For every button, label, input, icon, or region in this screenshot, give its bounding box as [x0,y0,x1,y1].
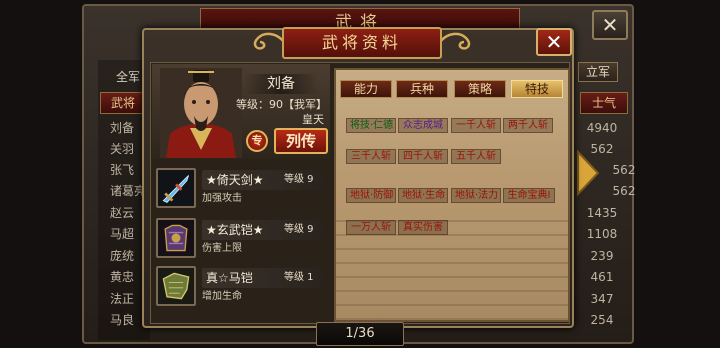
tab-ability[interactable]: 能力 [340,80,392,98]
equipment-description: 伤害上限 [202,243,242,254]
page-indicator: 1/36 [316,322,404,346]
background-list-header-value: 士气 [580,92,628,114]
skill-tag[interactable]: 将技·仁德 [346,118,396,133]
armor-icon [156,218,196,258]
general-title: 皇天 [302,113,324,126]
skill-tag[interactable]: 地狱·防御 [346,188,396,203]
equipment-name: ★玄武铠★ [206,223,264,237]
skill-tag[interactable]: 五千人斩 [451,149,501,164]
equipment-row[interactable]: ★玄武铠★ 等级 9 伤害上限 [156,218,324,268]
equipment-description: 加强攻击 [202,193,242,204]
title-ornament-left-icon [253,32,285,50]
background-row-value: 254 [590,313,614,327]
title-ornament-right-icon [439,32,471,50]
background-row-value: 1108 [586,227,618,241]
skill-tag[interactable]: 两千人斩 [503,118,553,133]
dialog-title: 武将资料 [282,27,442,59]
sword-icon [156,168,196,208]
equipment-name: 真☆马铠 [206,271,253,285]
skill-tag[interactable]: 一千人斩 [451,118,501,133]
background-row-name[interactable]: 马良 [100,308,148,332]
background-row-value: 461 [590,270,614,284]
background-tab-right[interactable]: 立军 [578,62,618,82]
equipment-name: ★倚天剑★ [206,173,264,187]
background-tab-all[interactable]: 全军 [116,68,140,85]
background-list-header-name: 武将 [100,92,148,114]
skill-tag[interactable]: 一万人斩 [346,220,396,235]
background-row-name[interactable]: 黄忠 [100,265,148,289]
next-arrow-icon[interactable] [576,150,600,196]
background-row-name[interactable]: 诸葛亮 [100,179,148,203]
skill-tag[interactable]: 真实伤害 [398,220,448,235]
equipment-description: 增加生命 [202,291,242,302]
skill-tag[interactable]: 地狱·法力 [451,188,501,203]
skill-tag[interactable]: 三千人斩 [346,149,396,164]
skill-tag[interactable]: 四千人斩 [398,149,448,164]
general-portrait [160,68,242,158]
general-level: 等级：90【我军】 [236,98,327,111]
equipment-level: 等级 1 [284,272,314,283]
background-close-button[interactable]: ✕ [592,10,628,40]
tab-strategy[interactable]: 策略 [454,80,506,98]
equipment-level: 等级 9 [284,174,314,185]
equipment-level: 等级 9 [284,224,314,235]
horse-armor-icon [156,266,196,306]
background-row-name[interactable]: 马超 [100,222,148,246]
biography-button[interactable]: 列传 [274,128,328,154]
skill-tag[interactable]: 地狱·生命 [398,188,448,203]
general-name: 刘备 [244,74,318,94]
close-button[interactable]: ✕ [536,28,572,56]
tab-troops[interactable]: 兵种 [396,80,448,98]
tab-special-skills[interactable]: 特技 [511,80,563,98]
skill-tag[interactable]: 生命宝典I [503,188,555,203]
equipment-row[interactable]: 真☆马铠 等级 1 增加生命 [156,266,324,316]
specialty-button[interactable]: 专 [246,130,268,152]
background-row-value: 562 [612,184,636,198]
skill-tag[interactable]: 众志成城 [398,118,448,133]
equipment-row[interactable]: ★倚天剑★ 等级 9 加强攻击 [156,168,324,218]
